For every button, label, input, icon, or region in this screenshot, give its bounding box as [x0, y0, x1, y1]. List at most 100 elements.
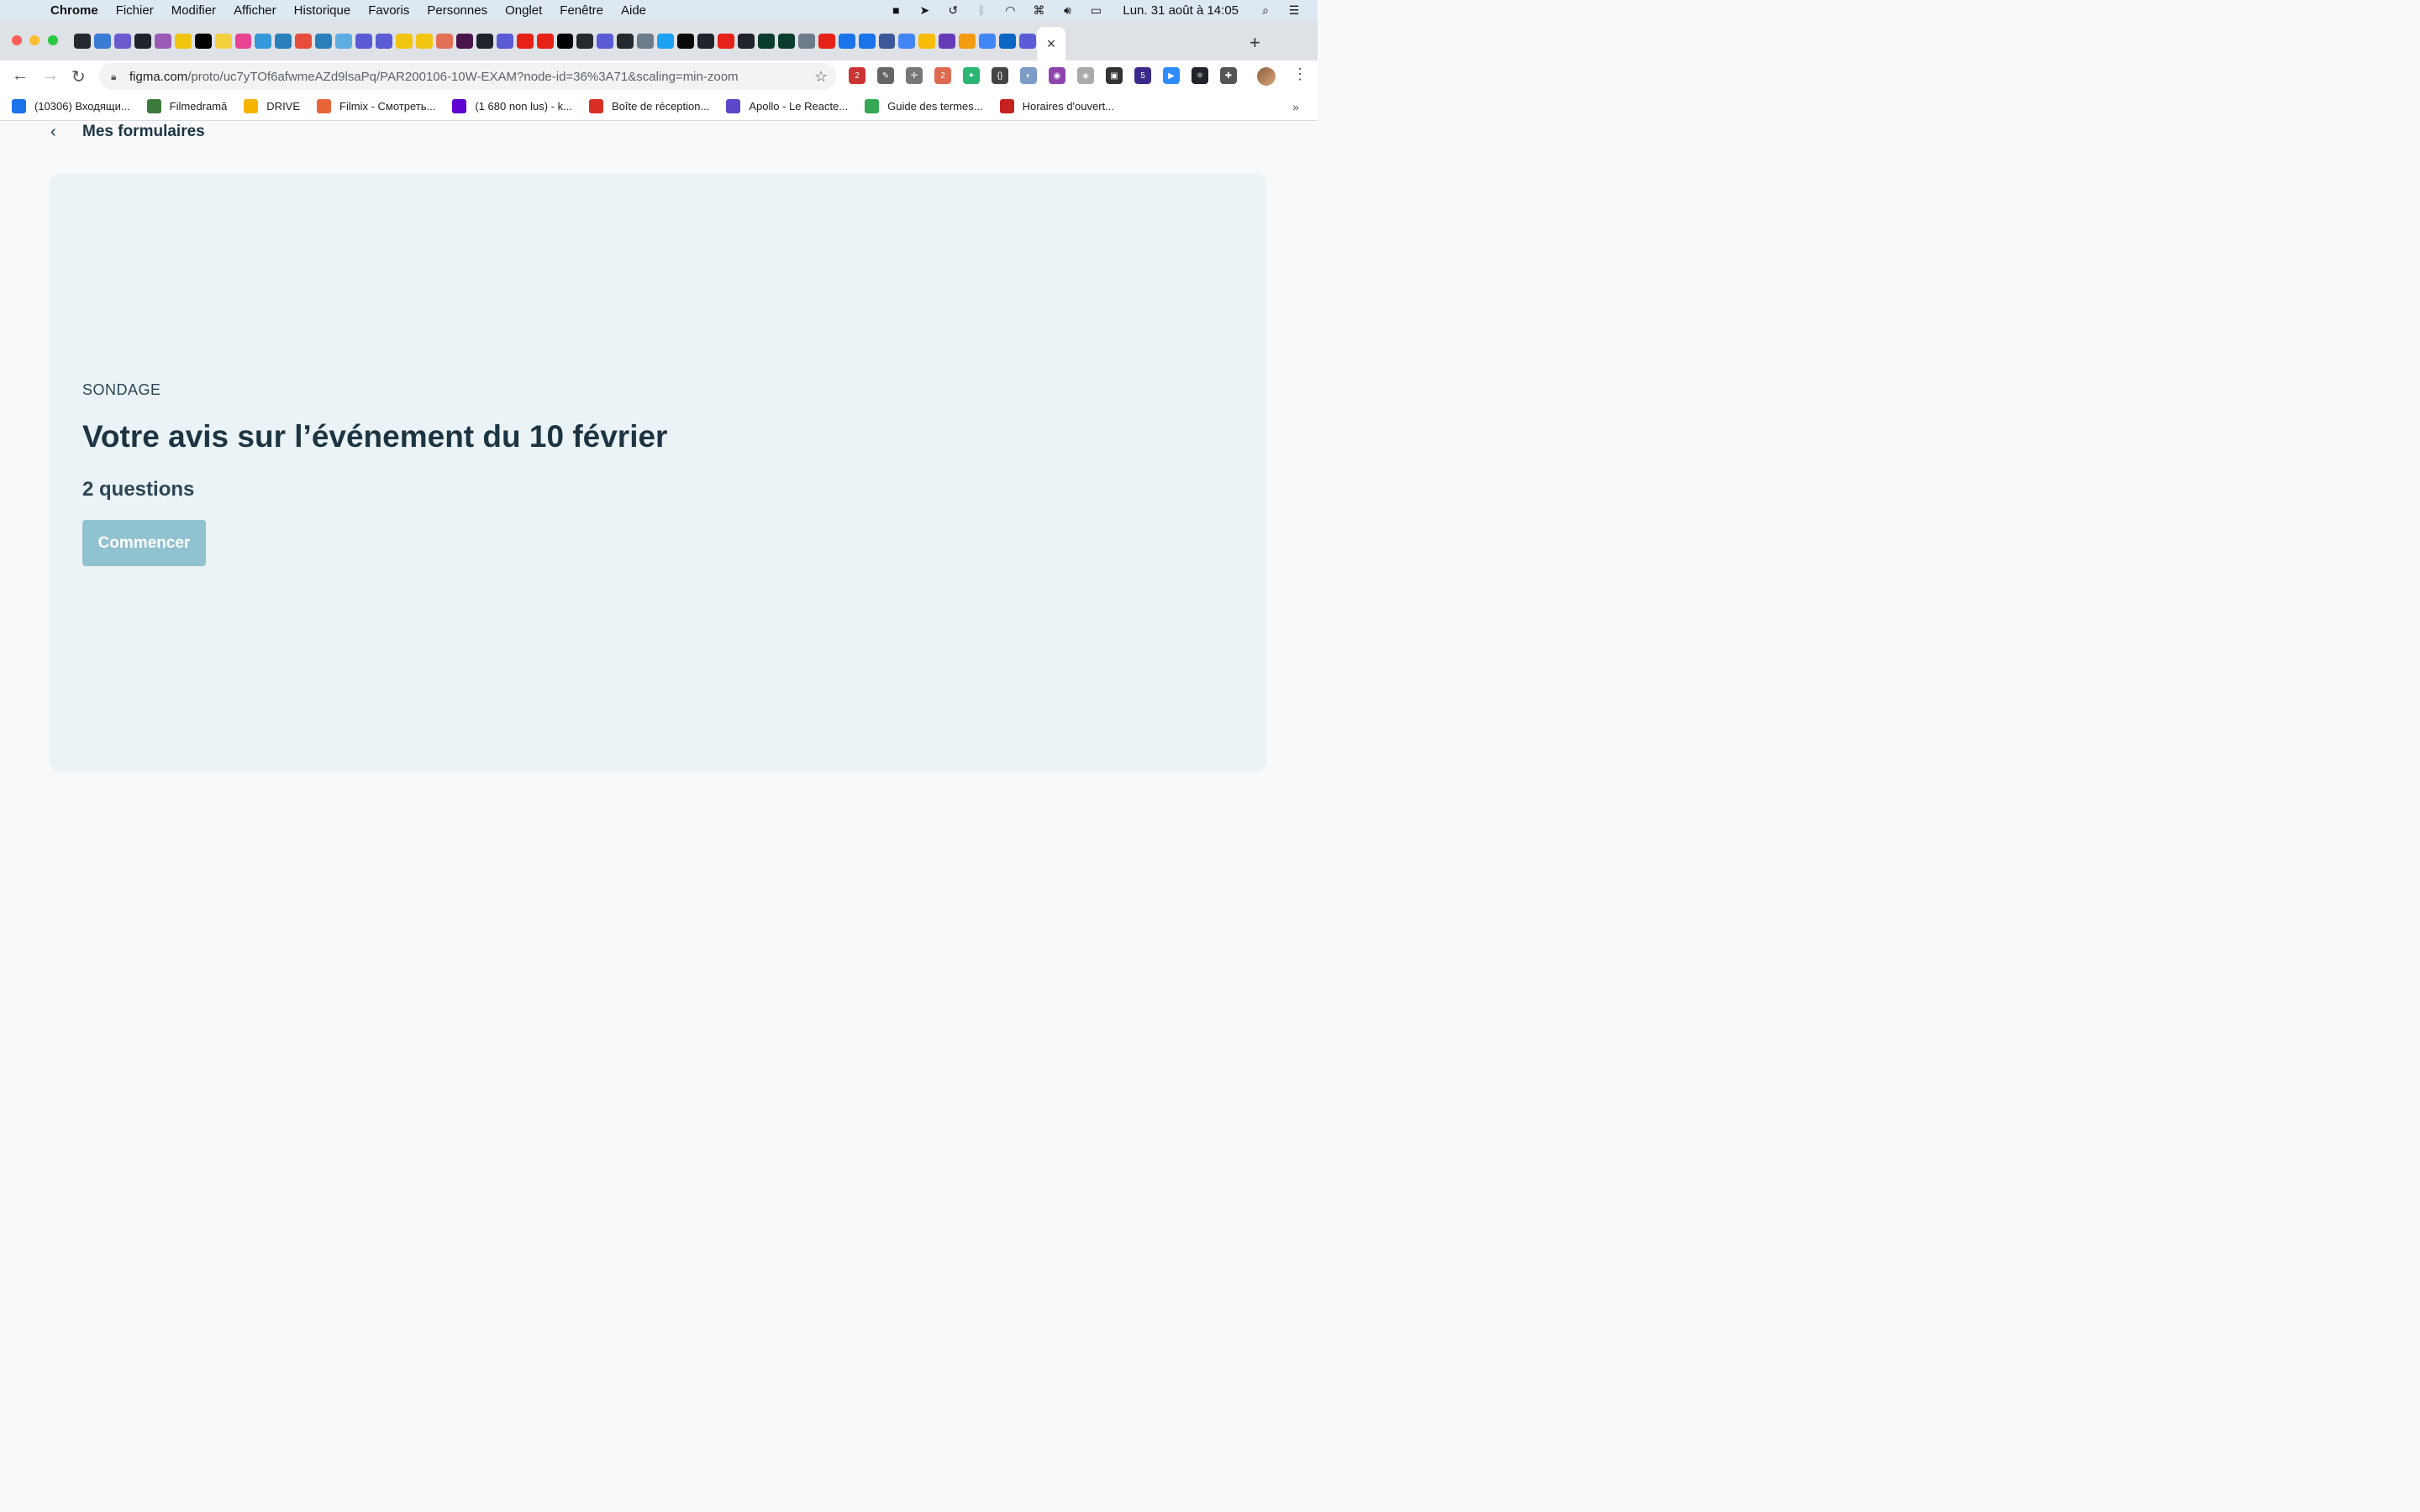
telegram-icon[interactable]: ➤	[916, 3, 933, 17]
tab-favicon-icon[interactable]	[737, 34, 755, 49]
tab-favicon-icon[interactable]	[576, 34, 594, 49]
broadcast-icon[interactable]: ◉	[1049, 67, 1065, 84]
bluetooth-icon[interactable]: ᛒ	[973, 3, 990, 17]
tab-favicon-icon[interactable]	[476, 34, 493, 49]
puzzle-icon[interactable]: ✚	[1220, 67, 1237, 84]
tab-favicon-icon[interactable]	[516, 34, 534, 49]
graduation-cap-icon[interactable]: 5	[1134, 67, 1151, 84]
hummingbird-icon[interactable]: ✦	[963, 67, 980, 84]
time-machine-icon[interactable]: ↺	[944, 3, 961, 17]
zoom-icon[interactable]: ■	[887, 3, 904, 17]
tab-favicon-icon[interactable]	[677, 34, 695, 49]
tab-favicon-icon[interactable]	[496, 34, 513, 49]
window-zoom-button[interactable]	[48, 35, 58, 45]
tab-favicon-icon[interactable]	[154, 34, 171, 49]
window-close-button[interactable]	[12, 35, 22, 45]
chrome-menu-icon[interactable]: ⋮	[1292, 66, 1307, 83]
tab-favicon-icon[interactable]	[898, 34, 916, 49]
json-icon[interactable]: {}	[992, 67, 1008, 84]
spotlight-search-icon[interactable]: ⌕	[1257, 3, 1274, 17]
tab-favicon-icon[interactable]	[718, 34, 734, 49]
tab-favicon-icon[interactable]	[979, 34, 997, 49]
tab-favicon-icon[interactable]	[255, 34, 272, 49]
tab-favicon-icon[interactable]	[858, 34, 876, 49]
tab-favicon-icon[interactable]	[918, 34, 936, 49]
bookmark-item[interactable]: DRIVE	[244, 99, 300, 113]
forward-arrow-icon[interactable]: →	[42, 66, 59, 86]
tab-favicon-icon[interactable]	[959, 34, 976, 49]
measure-icon[interactable]: ✛	[906, 67, 923, 84]
menu-onglet[interactable]: Onglet	[505, 3, 542, 18]
tab-favicon-icon[interactable]	[194, 34, 212, 49]
extension-badge-icon[interactable]: 2	[934, 67, 951, 84]
tab-close-icon[interactable]: ×	[1047, 35, 1056, 53]
bookmark-item[interactable]: (10306) Входящи...	[12, 99, 130, 113]
tab-favicon-icon[interactable]	[657, 34, 675, 49]
tab-favicon-icon[interactable]	[376, 34, 392, 49]
back-arrow-icon[interactable]: ←	[12, 66, 29, 86]
chevron-left-icon[interactable]: ‹	[50, 123, 62, 142]
tab-favicon-icon[interactable]	[536, 34, 554, 49]
url-text[interactable]: figma.com/proto/uc7yTOf6afwmeAZd9lsaPq/P…	[129, 70, 739, 84]
tab-favicon-icon[interactable]	[74, 34, 91, 49]
new-tab-button[interactable]: +	[1249, 32, 1260, 54]
keyboard-icon[interactable]: ⌘	[1030, 3, 1047, 17]
bookmark-item[interactable]: Guide des termes...	[865, 99, 983, 113]
tab-favicon-icon[interactable]	[415, 34, 433, 49]
tab-favicon-icon[interactable]	[838, 34, 855, 49]
react-devtools-icon[interactable]: ⚛	[1192, 67, 1208, 84]
tab-favicon-icon[interactable]	[355, 34, 373, 49]
tab-favicon-icon[interactable]	[455, 34, 473, 49]
tab-favicon-icon[interactable]	[234, 34, 252, 49]
tab-favicon-icon[interactable]	[617, 34, 634, 49]
tab-favicon-icon[interactable]	[93, 34, 111, 49]
menu-personnes[interactable]: Personnes	[427, 3, 487, 18]
tab-favicon-icon[interactable]	[275, 34, 292, 49]
adblock-icon[interactable]: 2	[849, 67, 865, 84]
window-minimize-button[interactable]	[29, 35, 39, 45]
tab-favicon-icon[interactable]	[295, 34, 313, 49]
volume-icon[interactable]: 🔊︎	[1059, 3, 1076, 17]
tab-favicon-icon[interactable]	[797, 34, 815, 49]
menu-historique[interactable]: Historique	[294, 3, 351, 18]
tab-favicon-icon[interactable]	[556, 34, 574, 49]
menu-favoris[interactable]: Favoris	[368, 3, 409, 18]
menu-aide[interactable]: Aide	[621, 3, 646, 18]
image-icon[interactable]: ▣	[1106, 67, 1123, 84]
bookmarks-overflow-icon[interactable]: »	[1292, 100, 1299, 113]
circle-extension-icon[interactable]: ◐	[1020, 67, 1037, 84]
tab-favicon-icon[interactable]	[214, 34, 232, 49]
menu-app-chrome[interactable]: Chrome	[50, 3, 98, 18]
battery-icon[interactable]: ▭	[1087, 3, 1104, 17]
tab-favicon-icon[interactable]	[777, 34, 795, 49]
tab-favicon-icon[interactable]	[396, 34, 413, 49]
tab-favicon-icon[interactable]	[1019, 34, 1036, 49]
tab-favicon-icon[interactable]	[818, 34, 835, 49]
menubar-clock[interactable]: Lun. 31 août à 14:05	[1123, 3, 1239, 18]
start-button[interactable]: Commencer	[82, 520, 206, 566]
tab-favicon-icon[interactable]	[113, 34, 131, 49]
back-link-label[interactable]: Mes formulaires	[82, 123, 205, 141]
profile-avatar[interactable]	[1257, 67, 1276, 86]
tab-favicon-icon[interactable]	[435, 34, 453, 49]
bookmark-star-icon[interactable]: ☆	[814, 68, 828, 86]
tab-favicon-icon[interactable]	[939, 34, 956, 49]
zoom-extension-icon[interactable]: ▶	[1163, 67, 1180, 84]
tab-favicon-icon[interactable]	[999, 34, 1017, 49]
menu-modifier[interactable]: Modifier	[171, 3, 216, 18]
tab-favicon-icon[interactable]	[757, 34, 775, 49]
lock-icon[interactable]: 🔒︎	[111, 71, 121, 83]
back-link[interactable]: ‹ Mes formulaires	[50, 122, 205, 142]
tab-favicon-icon[interactable]	[878, 34, 896, 49]
menu-afficher[interactable]: Afficher	[234, 3, 276, 18]
tab-favicon-icon[interactable]	[315, 34, 333, 49]
wifi-icon[interactable]: ◠	[1002, 3, 1018, 17]
active-tab[interactable]: ×	[1037, 27, 1065, 60]
reload-icon[interactable]: ↻	[71, 66, 86, 87]
shield-icon[interactable]: ◈	[1077, 67, 1094, 84]
menu-fenetre[interactable]: Fenêtre	[560, 3, 603, 18]
bookmark-item[interactable]: Filmix - Смотреть...	[317, 99, 435, 113]
menu-fichier[interactable]: Fichier	[116, 3, 154, 18]
bookmark-item[interactable]: Boîte de réception...	[588, 99, 709, 113]
eyedropper-icon[interactable]: ✎	[877, 67, 894, 84]
